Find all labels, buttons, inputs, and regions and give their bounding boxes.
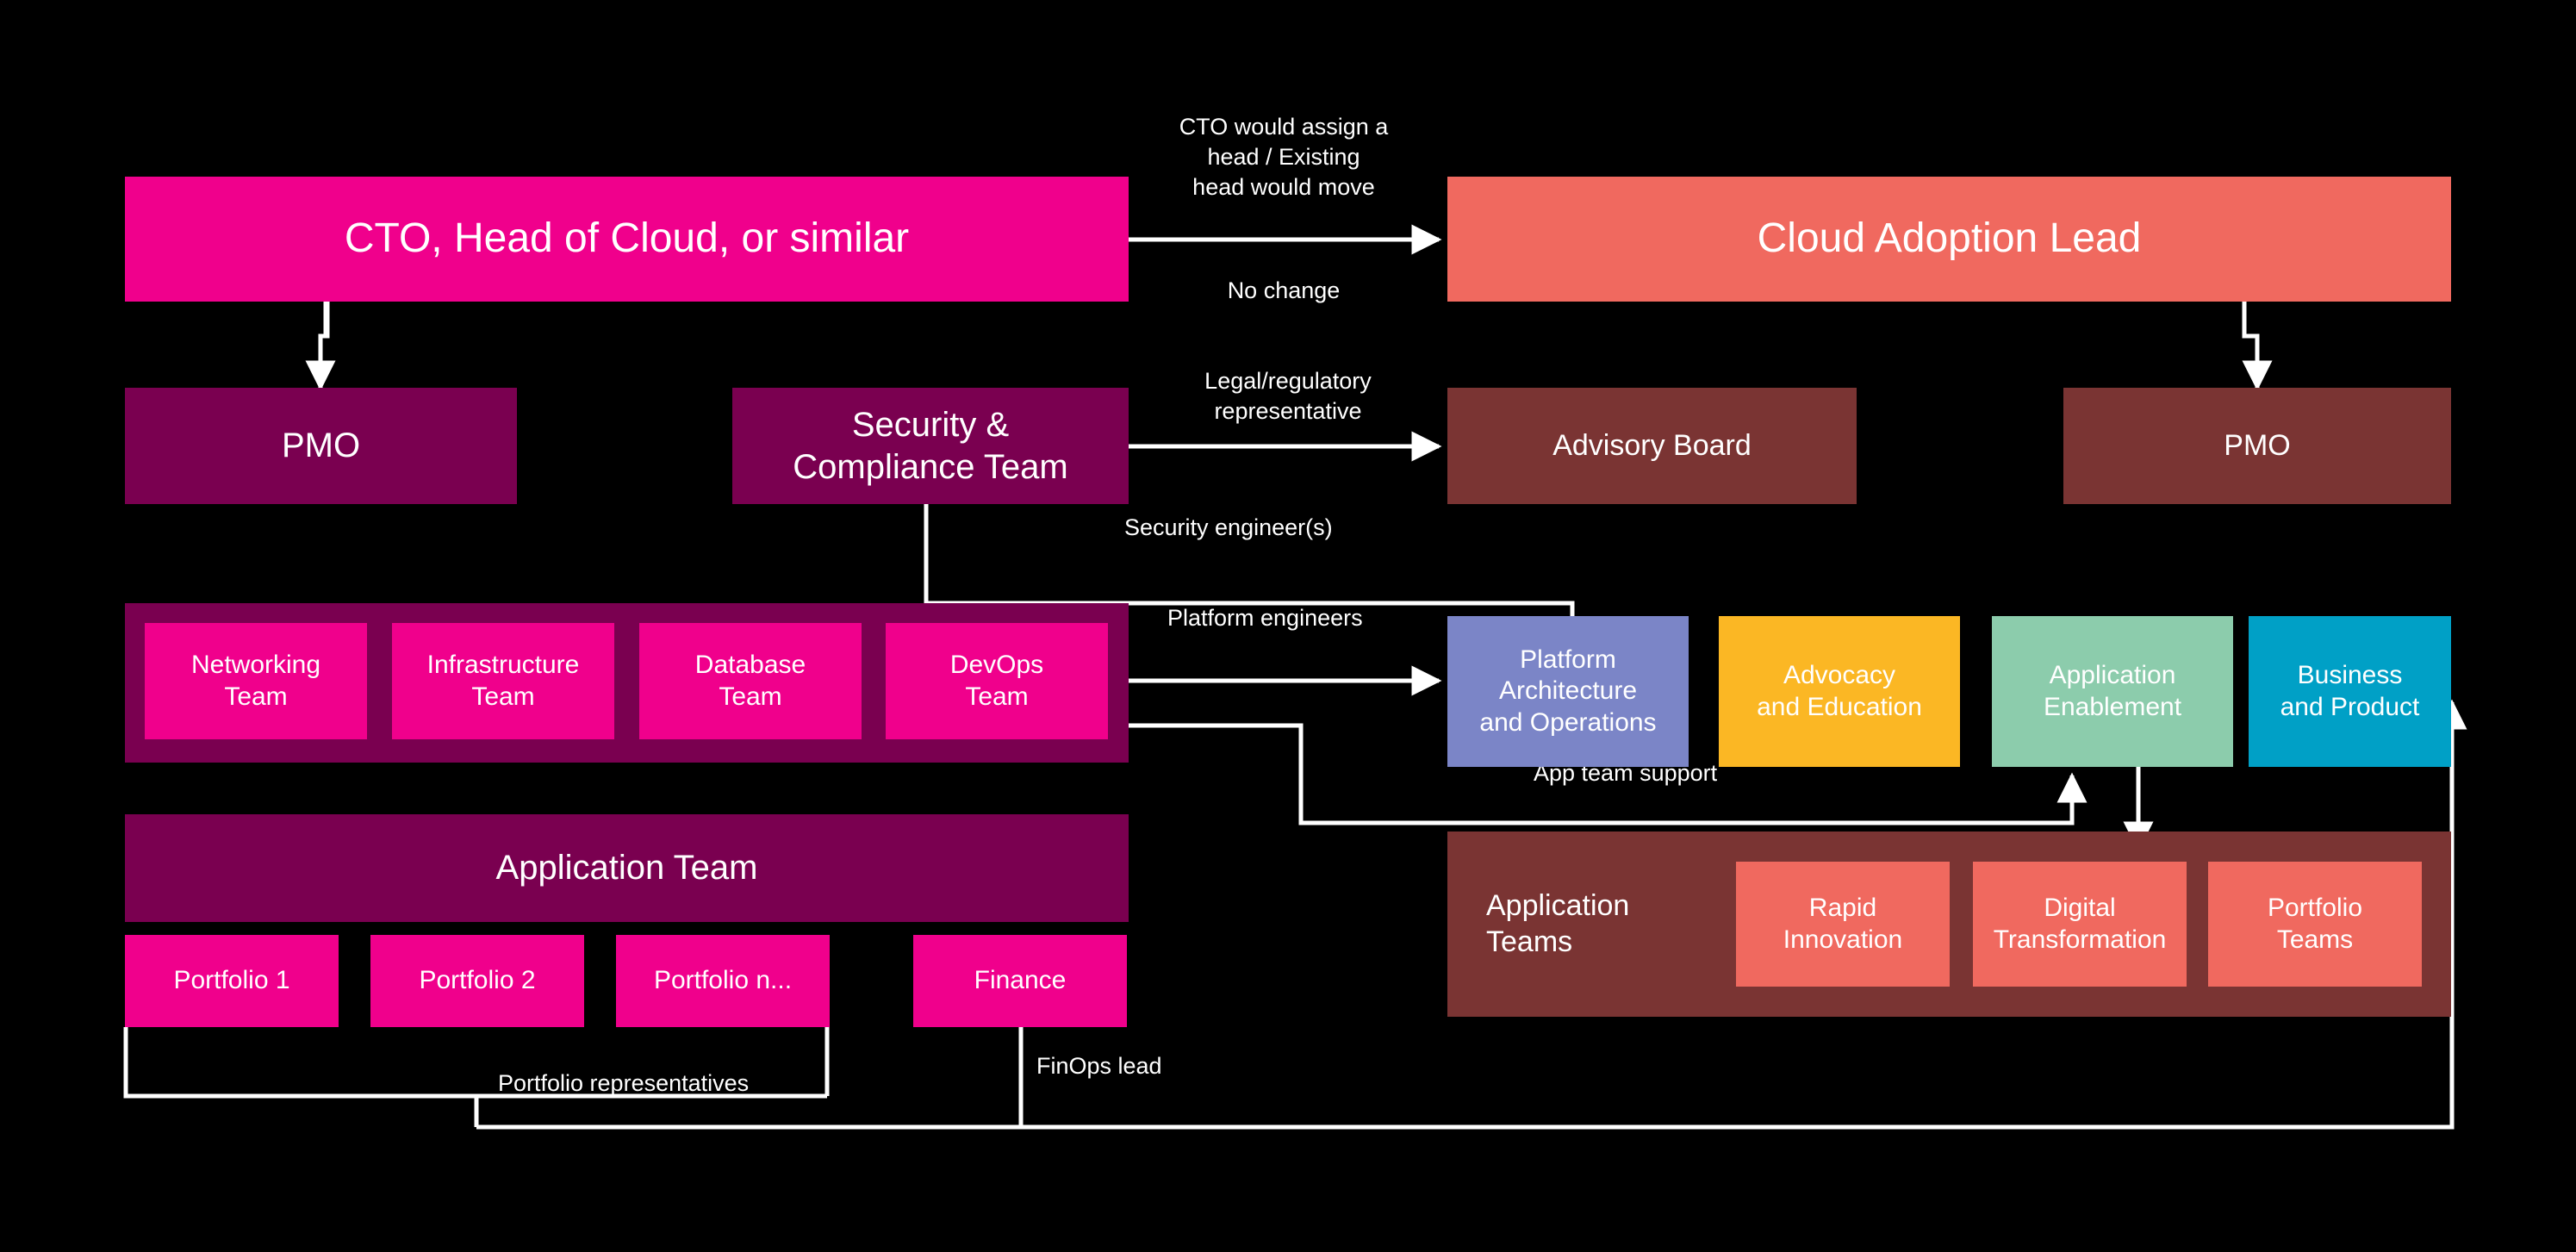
node-cloud-adoption-lead[interactable]: Cloud Adoption Lead (1447, 177, 2451, 302)
connector-label-no-change: No change (1227, 277, 1341, 303)
node-application-team-group-label: Application Team (495, 849, 758, 888)
node-application-team-group[interactable]: Application Team (125, 814, 1129, 922)
node-digital-transformation-label: Digital Transformation (1993, 893, 2167, 954)
connector-no-change-path (305, 302, 336, 391)
node-application-enablement[interactable]: Application Enablement (1992, 616, 2233, 767)
node-database-team-label: Database Team (694, 650, 806, 711)
node-database-team[interactable]: Database Team (639, 623, 862, 739)
node-portfolio-n-label: Portfolio n... (653, 966, 793, 995)
connector-cto-to-pmo-left (323, 302, 330, 339)
node-networking-team-label: Networking Team (190, 650, 321, 711)
node-advocacy-education-label: Advocacy and Education (1757, 660, 1922, 721)
node-portfolio-n[interactable]: Portfolio n... (616, 935, 830, 1027)
node-advisory-board-label: Advisory Board (1552, 428, 1752, 462)
node-advocacy-education[interactable]: Advocacy and Education (1719, 616, 1960, 767)
node-infrastructure-team-label: Infrastructure Team (426, 650, 580, 711)
node-finance-label: Finance (974, 966, 1067, 995)
node-business-product[interactable]: Business and Product (2249, 616, 2451, 767)
node-portfolio-2[interactable]: Portfolio 2 (370, 935, 584, 1027)
node-portfolio-teams-label: Portfolio Teams (2267, 893, 2363, 954)
connector-label-cto-assign: CTO would assign a head / Existing head … (1179, 114, 1389, 201)
connector-label-security-engineers: Security engineer(s) (1124, 514, 1333, 540)
node-platform-arch-ops-label: Platform Architecture and Operations (1479, 645, 1657, 737)
node-infrastructure-team[interactable]: Infrastructure Team (392, 623, 614, 739)
node-portfolio-1-label: Portfolio 1 (173, 966, 290, 995)
node-security-compliance[interactable]: Security & Compliance Team (732, 388, 1129, 504)
connector-label-finops-lead: FinOps lead (1036, 1053, 1162, 1079)
connector-label-legal-regulatory: Legal/regulatory representative (1204, 368, 1372, 425)
connector-cal-to-pmo-right (2242, 302, 2273, 391)
node-rapid-innovation[interactable]: Rapid Innovation (1736, 862, 1950, 987)
node-cloud-adoption-lead-label: Cloud Adoption Lead (1757, 215, 2142, 262)
node-pmo-left-label: PMO (281, 427, 361, 465)
node-portfolio-teams[interactable]: Portfolio Teams (2208, 862, 2422, 987)
node-cto-label: CTO, Head of Cloud, or similar (344, 215, 910, 262)
node-digital-transformation[interactable]: Digital Transformation (1973, 862, 2187, 987)
node-networking-team[interactable]: Networking Team (145, 623, 367, 739)
node-devops-team[interactable]: DevOps Team (886, 623, 1108, 739)
node-portfolio-1[interactable]: Portfolio 1 (125, 935, 339, 1027)
node-cto[interactable]: CTO, Head of Cloud, or similar (125, 177, 1129, 302)
node-pmo-right-label: PMO (2224, 428, 2291, 462)
node-devops-team-label: DevOps Team (949, 650, 1044, 711)
node-security-compliance-label: Security & Compliance Team (793, 405, 1068, 486)
node-application-enablement-label: Application Enablement (2043, 660, 2182, 721)
diagram-canvas: CTO, Head of Cloud, or similar Cloud Ado… (0, 0, 2576, 1252)
node-pmo-right[interactable]: PMO (2063, 388, 2451, 504)
node-application-teams-group-label: Application Teams (1486, 889, 1630, 958)
node-finance[interactable]: Finance (913, 935, 1127, 1027)
node-rapid-innovation-label: Rapid Innovation (1783, 893, 1903, 954)
node-application-teams-group-label-box: Application Teams (1486, 862, 1736, 987)
node-advisory-board[interactable]: Advisory Board (1447, 388, 1857, 504)
node-portfolio-2-label: Portfolio 2 (419, 966, 536, 995)
node-pmo-left[interactable]: PMO (125, 388, 517, 504)
node-business-product-label: Business and Product (2280, 660, 2420, 721)
connector-label-portfolio-representatives: Portfolio representatives (498, 1070, 750, 1096)
node-platform-arch-ops[interactable]: Platform Architecture and Operations (1447, 616, 1689, 767)
